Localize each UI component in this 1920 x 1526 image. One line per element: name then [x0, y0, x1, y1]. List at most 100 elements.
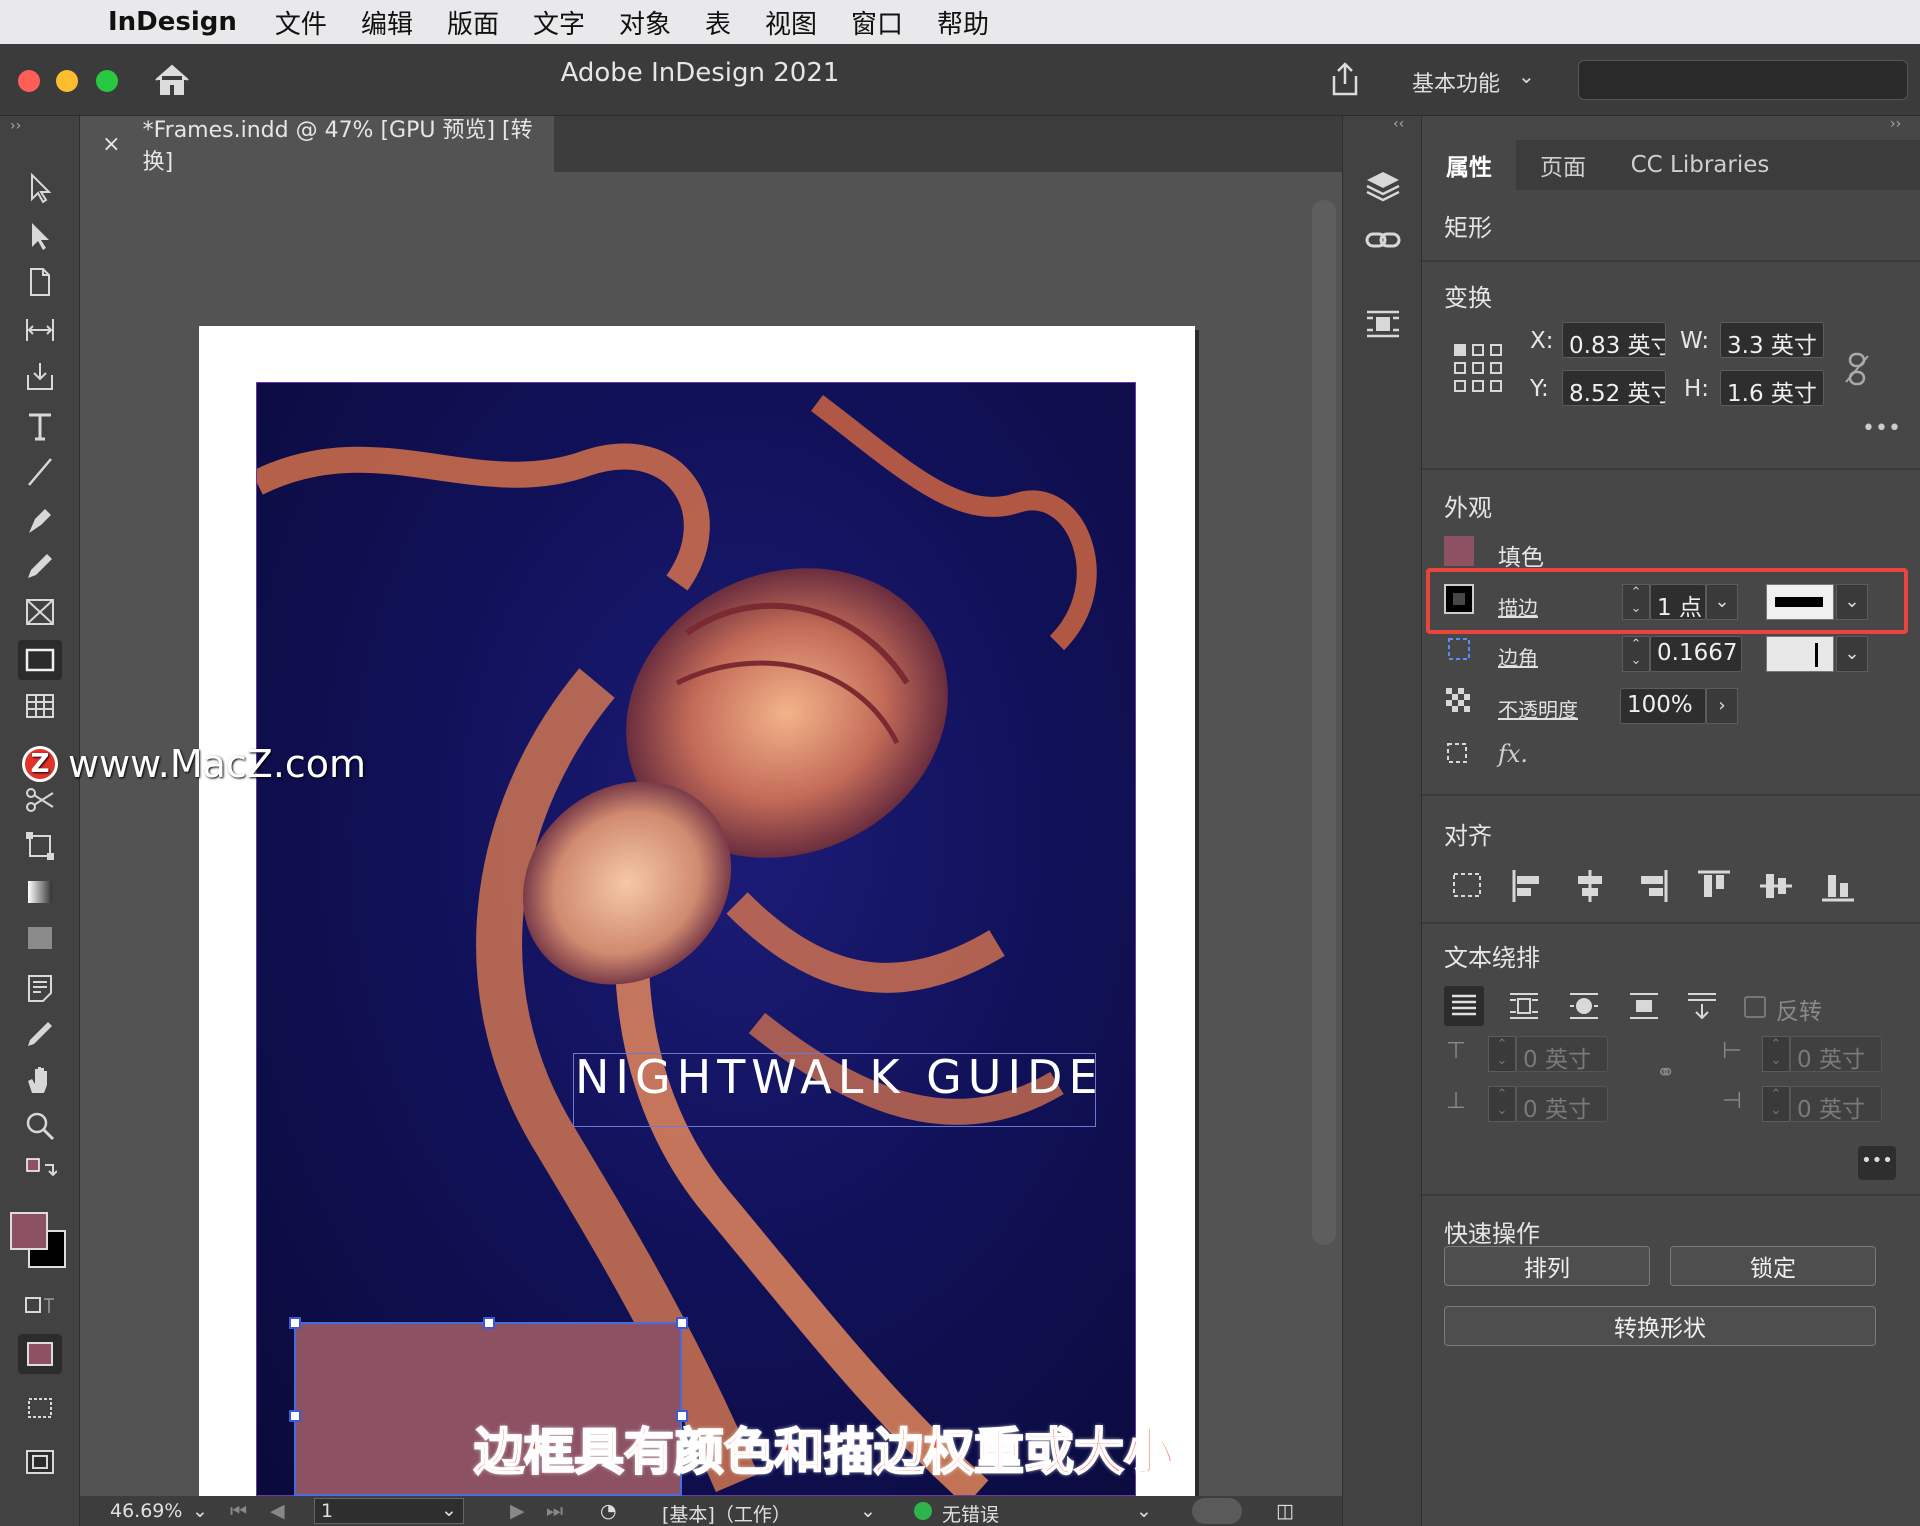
arrange-button[interactable]: 排列 — [1444, 1246, 1650, 1286]
invert-checkbox[interactable] — [1744, 996, 1766, 1018]
no-text-wrap-icon[interactable] — [1444, 986, 1484, 1026]
last-page-icon[interactable]: ⏭ — [546, 1500, 563, 1522]
corner-shape-dropdown[interactable]: ⌄ — [1836, 636, 1868, 672]
eyedropper-tool-icon[interactable] — [18, 1014, 62, 1054]
links-icon[interactable] — [1363, 220, 1403, 260]
table-tool-icon[interactable] — [18, 686, 62, 726]
jump-object-icon[interactable] — [1624, 986, 1664, 1026]
selection-handle[interactable] — [289, 1410, 301, 1422]
opacity-field[interactable]: 100% — [1620, 688, 1706, 724]
close-tab-icon[interactable]: × — [80, 132, 143, 157]
fx-icon[interactable]: fx. — [1498, 740, 1528, 768]
lock-button[interactable]: 锁定 — [1670, 1246, 1876, 1286]
top-offset-field[interactable]: 0 英寸 — [1516, 1036, 1608, 1072]
corner-size-field[interactable]: 0.1667 — [1650, 636, 1742, 672]
convert-shape-button[interactable]: 转换形状 — [1444, 1306, 1876, 1346]
menu-layout[interactable]: 版面 — [447, 4, 499, 41]
next-page-icon[interactable]: ▶ — [510, 1500, 525, 1522]
document-tab[interactable]: × *Frames.indd @ 47% [GPU 预览] [转换] — [80, 116, 554, 175]
wrap-around-bounding-box-icon[interactable] — [1504, 986, 1544, 1026]
selection-handle[interactable] — [289, 1317, 301, 1329]
menu-view[interactable]: 视图 — [765, 4, 817, 41]
gradient-swatch-tool-icon[interactable] — [18, 872, 62, 912]
selection-handle[interactable] — [676, 1317, 688, 1329]
preflight-profile[interactable]: [基本]（工作） — [662, 1500, 791, 1526]
more-options-icon[interactable]: ••• — [1862, 416, 1901, 441]
height-field[interactable]: 1.6 英寸 — [1720, 370, 1824, 406]
corner-shape-swatch[interactable] — [1766, 636, 1834, 672]
menu-file[interactable]: 文件 — [275, 4, 327, 41]
bottom-offset-stepper[interactable]: ⌃ ⌄ — [1488, 1086, 1516, 1122]
hand-tool-icon[interactable] — [18, 1060, 62, 1100]
menu-edit[interactable]: 编辑 — [361, 4, 413, 41]
page-dropdown-chevron-icon[interactable]: ⌄ — [441, 1499, 457, 1521]
preview-mode-icon[interactable] — [18, 1442, 62, 1482]
fill-color-swatch[interactable] — [1444, 536, 1474, 566]
menu-app-name[interactable]: InDesign — [108, 7, 237, 37]
share-icon[interactable] — [1326, 60, 1364, 98]
align-top-icon[interactable] — [1694, 866, 1734, 906]
selection-tool-icon[interactable] — [18, 168, 62, 208]
page-tool-icon[interactable] — [18, 262, 62, 302]
layers-icon[interactable] — [1363, 166, 1403, 206]
corner-options-icon[interactable] — [1444, 634, 1474, 664]
scissors-tool-icon[interactable] — [18, 780, 62, 820]
note-tool-icon[interactable] — [18, 968, 62, 1008]
align-horizontal-center-icon[interactable] — [1570, 866, 1610, 906]
top-offset-stepper[interactable]: ⌃ ⌄ — [1488, 1036, 1516, 1072]
first-page-icon[interactable]: ⏮ — [230, 1500, 247, 1522]
align-left-icon[interactable] — [1508, 866, 1548, 906]
free-transform-tool-icon[interactable] — [18, 826, 62, 866]
make-offsets-same-icon[interactable]: ⚭ — [1656, 1060, 1675, 1086]
apply-color-icon[interactable] — [18, 1334, 62, 1374]
left-offset-field[interactable]: 0 英寸 — [1790, 1036, 1882, 1072]
pen-tool-icon[interactable] — [18, 500, 62, 540]
more-options-icon[interactable]: ••• — [1858, 1146, 1896, 1180]
headline-text[interactable]: NIGHTWALK GUIDE — [575, 1050, 1104, 1104]
right-offset-field[interactable]: 0 英寸 — [1790, 1086, 1882, 1122]
tab-cc-libraries[interactable]: CC Libraries — [1610, 140, 1790, 190]
object-effects-icon[interactable] — [1444, 740, 1474, 770]
bottom-offset-field[interactable]: 0 英寸 — [1516, 1086, 1608, 1122]
chevron-down-icon[interactable]: ⌄ — [1518, 64, 1535, 88]
left-offset-stepper[interactable]: ⌃ ⌄ — [1762, 1036, 1790, 1072]
vertical-scrollbar[interactable] — [1312, 200, 1336, 1245]
width-field[interactable]: 3.3 英寸 — [1720, 322, 1824, 358]
type-tool-icon[interactable] — [18, 406, 62, 446]
collapse-dock-icon[interactable]: ‹‹ — [1393, 116, 1404, 132]
content-collector-tool-icon[interactable] — [18, 356, 62, 396]
line-tool-icon[interactable] — [18, 452, 62, 492]
x-position-field[interactable]: 0.83 英寸 — [1562, 322, 1666, 358]
search-input[interactable] — [1578, 60, 1908, 100]
align-bottom-icon[interactable] — [1818, 866, 1858, 906]
menu-help[interactable]: 帮助 — [937, 4, 989, 41]
reference-point-icon[interactable] — [1452, 342, 1504, 394]
zoom-level[interactable]: 46.69% — [110, 1500, 182, 1522]
rectangle-frame-tool-icon[interactable] — [18, 592, 62, 632]
split-layout-icon[interactable]: ◫ — [1276, 1500, 1294, 1522]
corner-link[interactable]: 边角 — [1498, 642, 1538, 671]
page-number-field[interactable]: 1 ⌄ — [314, 1498, 464, 1524]
align-to-selection-icon[interactable] — [1448, 866, 1488, 906]
previous-page-icon[interactable]: ◀ — [270, 1500, 285, 1522]
horizontal-scroll-thumb[interactable] — [1192, 1498, 1242, 1524]
menu-object[interactable]: 对象 — [619, 4, 671, 41]
gap-tool-icon[interactable] — [18, 310, 62, 350]
menu-type[interactable]: 文字 — [533, 4, 585, 41]
menu-table[interactable]: 表 — [705, 4, 731, 41]
workspace-switcher[interactable]: 基本功能 — [1412, 66, 1500, 98]
zoom-tool-icon[interactable] — [18, 1106, 62, 1146]
selection-handle[interactable] — [483, 1317, 495, 1329]
menu-window[interactable]: 窗口 — [851, 4, 903, 41]
status-dropdown-chevron-icon[interactable]: ⌄ — [1136, 1500, 1152, 1522]
direct-selection-tool-icon[interactable] — [18, 216, 62, 256]
opacity-link[interactable]: 不透明度 — [1498, 694, 1578, 723]
collapse-panel-icon[interactable]: ›› — [1890, 116, 1901, 132]
tab-properties[interactable]: 属性 — [1422, 140, 1516, 190]
corner-size-stepper[interactable]: ⌃ ⌄ — [1622, 636, 1650, 672]
text-wrap-panel-icon[interactable] — [1363, 304, 1403, 344]
tab-pages[interactable]: 页面 — [1516, 140, 1610, 190]
zoom-dropdown-chevron-icon[interactable]: ⌄ — [192, 1500, 208, 1522]
preflight-menu-icon[interactable]: ◔ — [600, 1500, 617, 1522]
constrain-proportions-icon[interactable] — [1842, 352, 1872, 386]
